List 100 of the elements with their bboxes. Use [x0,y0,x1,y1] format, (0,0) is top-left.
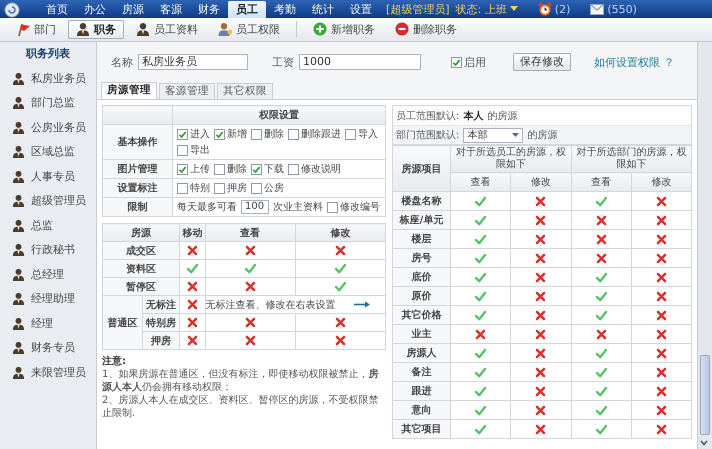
row-label: 楼层 [392,230,450,248]
row-label: 图片管理 [102,160,172,178]
nav-tab[interactable]: 考勤 [266,2,304,18]
delete-icon [395,22,409,36]
row-label: 暂停区 [102,278,180,296]
mail-icon[interactable] [590,4,604,14]
scope-label: 的房源 [527,128,558,142]
checkbox-option[interactable]: 公房 [251,181,284,195]
nav-tab[interactable]: 设置 [342,2,380,18]
sidebar-item[interactable]: 公房业务员 [0,115,96,140]
notes-title: 注意: [102,355,127,368]
sidebar-item[interactable]: 来限管理员 [0,360,96,384]
sidebar-item[interactable]: 经理 [0,311,96,336]
flag-icon [16,22,30,36]
person-icon [12,316,25,330]
sidebar-item[interactable]: 人事专员 [0,164,96,188]
caret-icon [512,132,520,138]
checkbox-option[interactable]: 删除 [214,162,247,176]
toolbar-button[interactable]: 员工权限 [210,20,288,38]
person-icon [136,22,150,36]
nav-tab[interactable]: 首页 [38,2,76,18]
alarm-count: (2) [554,2,570,16]
note-text: 无标注查看、修改在右表设置 [206,298,336,312]
nav-tab[interactable]: 财务 [190,2,228,18]
sidebar-item[interactable]: 经理助理 [0,286,96,311]
name-field[interactable]: 私房业务员 [138,54,248,70]
toolbar-button[interactable]: 职务 [68,20,124,38]
sidebar-item[interactable]: 总经理 [0,262,96,286]
tab[interactable]: 客源管理 [159,83,215,99]
person-icon [12,292,25,306]
row-label: 基本操作 [102,124,172,160]
checkbox-option[interactable]: 删除 [251,127,284,141]
status-dropdown[interactable]: 状态: 上班 [456,0,518,18]
row-label: 设置标注 [102,178,172,198]
row-label: 押房 [142,332,180,350]
sidebar-item[interactable]: 区域总监 [0,140,96,164]
checkbox-option[interactable]: 新增 [214,127,247,141]
checkbox-option[interactable]: 删除跟进 [288,127,341,141]
scope-label: 部门范围默认: [396,128,460,142]
dept-select[interactable]: 本部 [463,128,524,142]
toolbar-button[interactable]: 新增职务 [305,20,383,38]
column-header: 修改 [631,172,692,192]
group-label: 普通区 [102,296,142,350]
save-button[interactable]: 保存修改 [513,53,571,71]
checkbox-option[interactable]: 导入 [345,127,378,141]
column-header: 查看 [571,172,632,192]
checkbox-option[interactable]: 导出 [177,143,210,157]
sidebar-item[interactable]: 财务专员 [0,336,96,360]
checkbox-option[interactable]: 下载 [251,162,284,176]
logo-icon[interactable] [4,2,20,18]
tab[interactable]: 其它权限 [217,83,273,99]
nav-tab[interactable]: 办公 [76,2,114,18]
sidebar-item[interactable]: 私房业务员 [0,66,96,90]
toolbar-button[interactable]: 部门 [8,20,64,38]
toolbar-button[interactable]: 员工资料 [128,20,206,38]
checkbox-option[interactable]: 上传 [177,162,210,176]
row-label: 业主 [392,324,450,344]
nav-tab[interactable]: 员工 [228,1,266,18]
checkbox-option[interactable]: 修改说明 [288,162,341,176]
sidebar-item[interactable]: 超级管理员 [0,188,96,213]
mail-count: (550) [607,2,637,16]
toolbar-button[interactable]: 删除职务 [387,20,465,38]
alarm-clock-icon[interactable] [538,2,552,16]
checkbox-option[interactable]: 启用 [451,54,486,70]
sidebar-item[interactable]: 部门总监 [0,90,96,115]
limit-field[interactable]: 100 [241,200,269,214]
row-label: 特别房 [142,314,180,332]
sidebar-item[interactable]: 总监 [0,213,96,238]
limit-label: 次业主资料 [273,200,323,214]
nav-tab[interactable]: 统计 [304,2,342,18]
row-label: 楼盘名称 [392,192,450,210]
person-icon [12,145,25,158]
field-label: 名称 [111,54,133,70]
checkbox-option[interactable]: 特别 [177,181,210,195]
sidebar-item[interactable]: 行政秘书 [0,238,96,262]
column-header: 对于所选部门的房源，权限如下 [571,146,692,172]
checkmark-icon [215,130,224,138]
person-icon [12,366,25,379]
row-label: 底价 [392,268,450,286]
person-key-icon [218,22,232,36]
checkbox-option[interactable]: 押房 [214,181,247,195]
field-label: 工资 [272,54,294,70]
column-header: 移动 [180,224,206,242]
tab[interactable]: 房源管理 [101,82,157,99]
person-icon [12,120,25,134]
row-label: 意向 [392,400,450,420]
checkmark-icon [178,130,187,138]
nav-tab[interactable]: 客源 [152,2,190,18]
column-header: 查看 [450,172,511,192]
help-link[interactable]: 如何设置权限 ？ [594,54,674,70]
nav-tab[interactable]: 房源 [114,2,152,18]
salary-field[interactable]: 1000 [299,54,421,70]
scrollbar-thumb[interactable] [700,355,710,435]
person-icon [12,194,25,208]
person-icon [12,268,25,281]
limit-label: 每天最多可看 [177,200,237,214]
row-label: 其它项目 [392,420,450,438]
checkmark-icon [252,164,261,174]
checkbox-option[interactable]: 进入 [177,127,210,141]
checkbox-option[interactable]: 修改编号 [327,200,380,214]
